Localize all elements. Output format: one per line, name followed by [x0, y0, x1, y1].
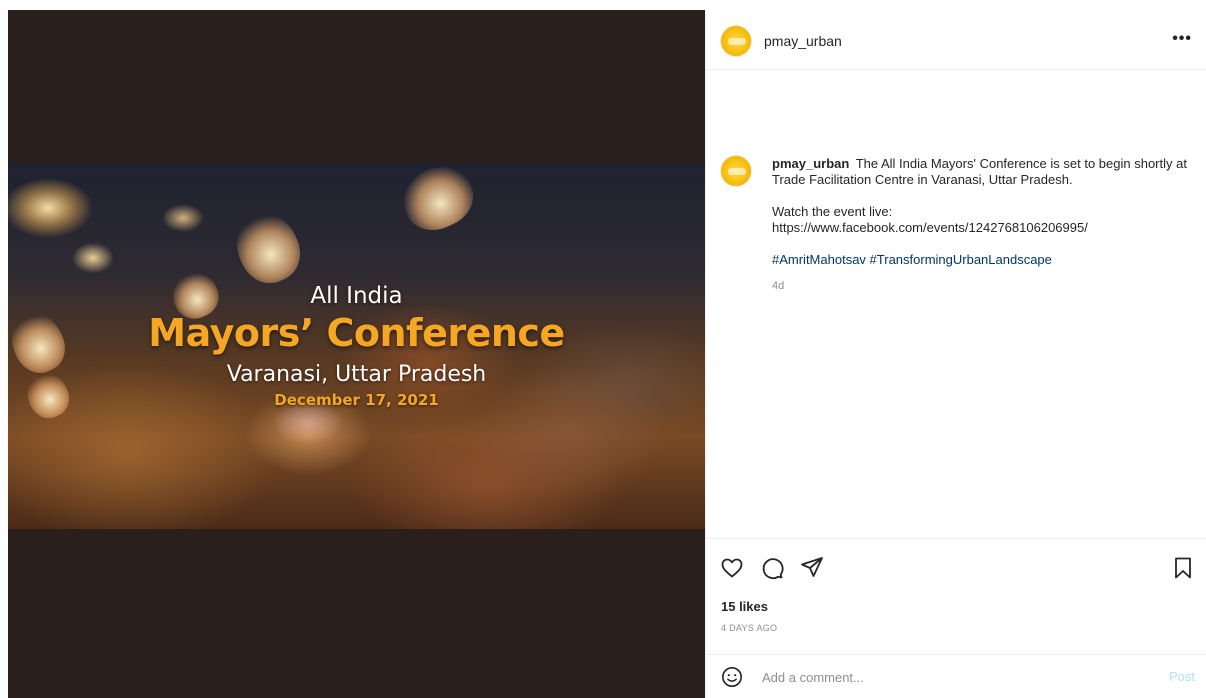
comment-bar: Post [706, 654, 1206, 698]
lamp-glow [226, 203, 310, 293]
more-options-button[interactable]: ••• [1172, 30, 1192, 48]
logo-mark [728, 38, 746, 45]
caption-timestamp: 4d [772, 280, 785, 292]
heart-icon[interactable] [720, 556, 744, 585]
comment-input[interactable] [762, 667, 1152, 687]
headline-date: December 17, 2021 [274, 391, 439, 409]
lamp-glow [393, 163, 483, 240]
action-bar [706, 538, 1206, 598]
bookmark-icon[interactable] [1173, 556, 1193, 585]
post-header: pmay_urban ••• [706, 10, 1206, 70]
post-date: 4 DAYS AGO [721, 623, 778, 633]
caption-area: pmay_urban The All India Mayors' Confere… [706, 70, 1206, 540]
smiley-icon[interactable] [721, 666, 743, 693]
caption-watch-label: Watch the event live: [772, 204, 893, 219]
comment-icon[interactable] [760, 556, 784, 585]
caption-link[interactable]: https://www.facebook.com/events/12427681… [772, 220, 1088, 235]
headline-line-1: All India [310, 283, 403, 309]
hashtag-amritmahotsav[interactable]: #AmritMahotsav [772, 252, 866, 267]
header-username[interactable]: pmay_urban [764, 33, 842, 49]
post-image: All India Mayors’ Conference Varanasi, U… [8, 163, 705, 529]
post-media[interactable]: All India Mayors’ Conference Varanasi, U… [8, 10, 705, 698]
caption-avatar[interactable] [720, 155, 752, 187]
share-icon[interactable] [800, 555, 824, 584]
caption-username[interactable]: pmay_urban [772, 156, 849, 171]
logo-mark [728, 168, 746, 175]
avatar[interactable] [720, 25, 752, 57]
headline-title: Mayors’ Conference [148, 311, 565, 355]
headline-location: Varanasi, Uttar Pradesh [226, 362, 487, 387]
post-comment-button[interactable]: Post [1169, 669, 1195, 684]
hashtag-transformingurbanlandscape[interactable]: #TransformingUrbanLandscape [870, 252, 1052, 267]
post-side-panel: pmay_urban ••• pmay_urban The All India … [705, 10, 1206, 698]
caption: pmay_urban The All India Mayors' Confere… [772, 156, 1192, 294]
likes-count[interactable]: 15 likes [721, 599, 768, 614]
